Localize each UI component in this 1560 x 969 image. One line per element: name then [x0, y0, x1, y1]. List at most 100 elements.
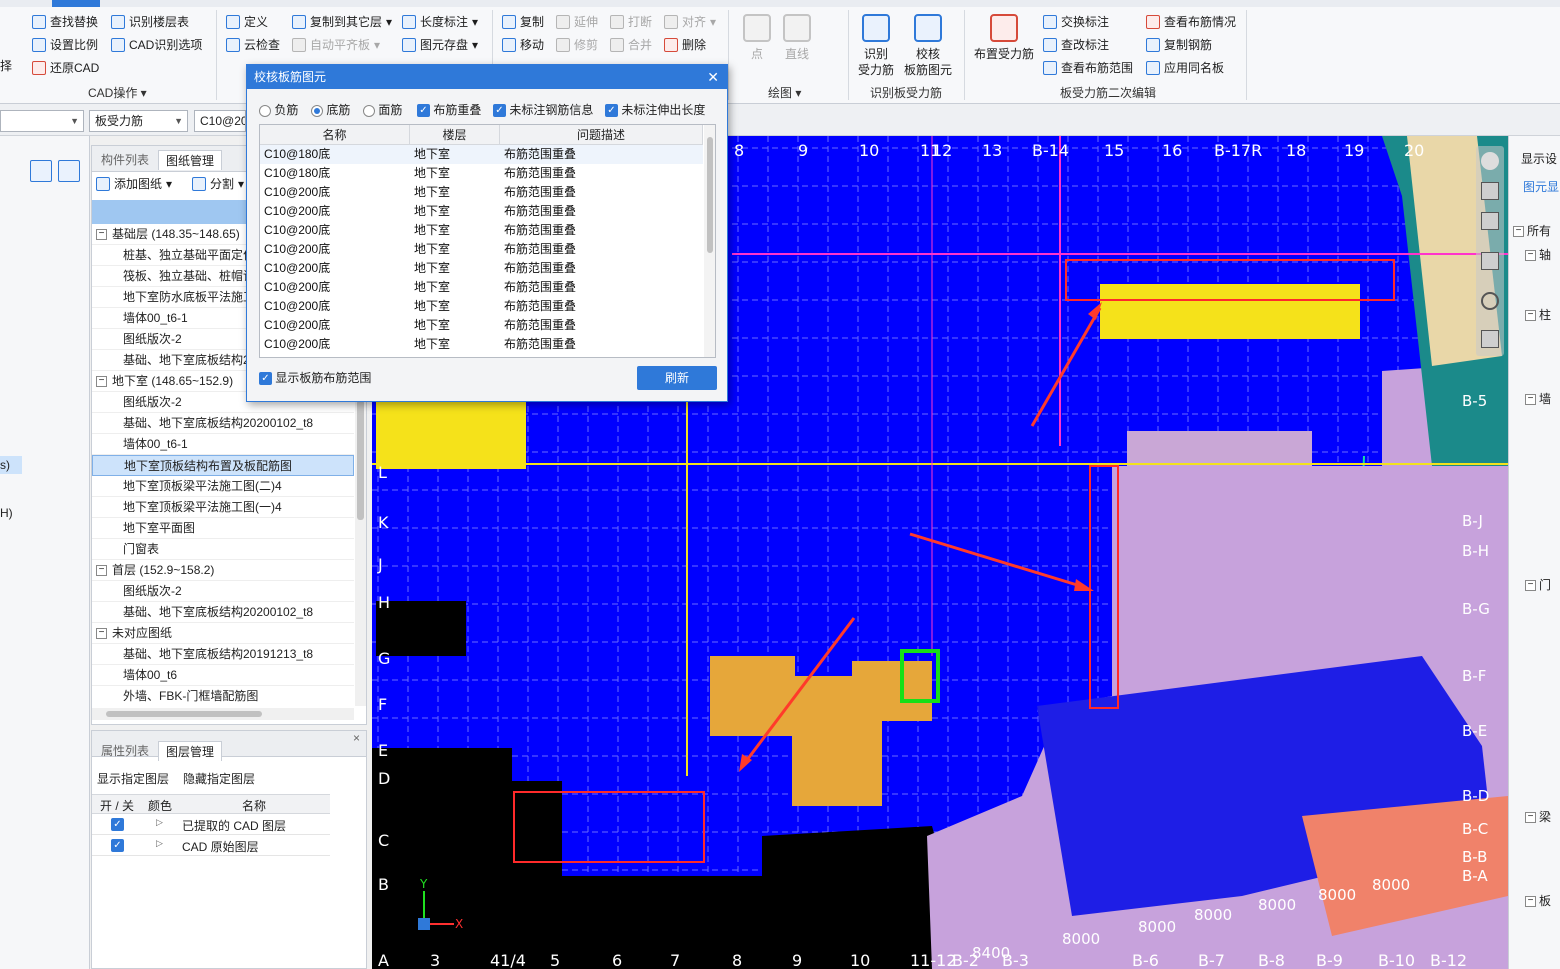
collapse-icon[interactable]: −	[1513, 226, 1524, 238]
column-header-name[interactable]: 名称	[260, 125, 410, 145]
expand-arrow-icon[interactable]: ▷	[156, 838, 163, 849]
element-save-button[interactable]: 图元存盘 ▾	[402, 36, 478, 54]
display-tree-item[interactable]: − 柱	[1525, 306, 1551, 323]
delete-button[interactable]: 删除	[664, 36, 706, 54]
radio-top-rebar[interactable]: 面筋	[363, 101, 402, 118]
display-tree-item[interactable]: − 门	[1525, 576, 1551, 593]
split-button[interactable]: 分割 ▾	[192, 175, 244, 193]
trim-button[interactable]: 修剪	[556, 36, 598, 54]
top-view-icon[interactable]	[1481, 212, 1499, 230]
issue-row[interactable]: C10@200底 地下室 布筋范围重叠	[260, 278, 703, 297]
tab-drawing-management[interactable]: 图纸管理	[158, 150, 223, 170]
issue-row[interactable]: C10@200底 地下室 布筋范围重叠	[260, 221, 703, 240]
collapse-icon[interactable]: −	[1525, 812, 1536, 824]
grid-view-icon[interactable]	[1481, 330, 1499, 348]
tree-group[interactable]: − 首层 (152.9~158.2)	[92, 560, 354, 581]
list-view-icon[interactable]	[30, 160, 52, 182]
place-rebar-button[interactable]: 布置受力筋	[972, 14, 1036, 62]
collapse-icon[interactable]: −	[96, 628, 107, 640]
tree-item[interactable]: 墙体00_t6	[92, 665, 354, 686]
tree-item[interactable]: 地下室顶板结构布置及板配筋图	[92, 455, 354, 476]
view-rebar-range-button[interactable]: 查看布筋范围	[1043, 59, 1133, 77]
column-header-floor[interactable]: 楼层	[410, 125, 500, 145]
detail-view-icon[interactable]	[58, 160, 80, 182]
issue-row[interactable]: C10@200底 地下室 布筋范围重叠	[260, 259, 703, 278]
view-rebar-status-button[interactable]: 查看布筋情况	[1146, 13, 1236, 31]
issue-row[interactable]: C10@180底 地下室 布筋范围重叠	[260, 145, 703, 164]
merge-button[interactable]: 合并	[610, 36, 652, 54]
draw-group-label[interactable]: 绘图 ▾	[768, 84, 801, 101]
display-tree-item[interactable]: − 梁	[1525, 808, 1551, 825]
sidebar-item-selected[interactable]: s)	[0, 456, 22, 474]
checkbox-show-rebar-range[interactable]: ✓ 显示板筋布筋范围	[259, 369, 371, 386]
issue-row[interactable]: C10@200底 地下室 布筋范围重叠	[260, 335, 703, 354]
cad-recognize-options-button[interactable]: CAD识别选项	[111, 36, 202, 54]
collapse-icon[interactable]: −	[1525, 394, 1536, 406]
tree-item[interactable]: 门窗表	[92, 539, 354, 560]
radio-button[interactable]	[311, 104, 323, 117]
recognize-rebar-button[interactable]: 识别 受力筋	[856, 14, 896, 78]
check-slab-rebar-button[interactable]: 校核 板筋图元	[902, 14, 954, 78]
floor-combo[interactable]: ▼	[0, 110, 84, 132]
cloud-check-button[interactable]: 云检查	[226, 36, 280, 54]
element-type-combo[interactable]: 板受力筋 ▼	[89, 110, 188, 132]
copy-rebar-button[interactable]: 复制钢筋	[1146, 36, 1212, 54]
tab-element-display[interactable]: 图元显	[1523, 178, 1559, 195]
radio-negative-rebar[interactable]: 负筋	[259, 101, 298, 118]
issue-row[interactable]: C10@200底 地下室 布筋范围重叠	[260, 240, 703, 259]
layer-toggle-checkbox[interactable]: ✓	[111, 839, 124, 852]
length-dimension-button[interactable]: 长度标注 ▾	[402, 13, 478, 31]
display-tree-item[interactable]: − 轴	[1525, 246, 1551, 263]
issue-row[interactable]: C10@200底 地下室 布筋范围重叠	[260, 202, 703, 221]
copy-to-other-floor-button[interactable]: 复制到其它层 ▾	[292, 13, 392, 31]
checkbox[interactable]: ✓	[259, 372, 272, 386]
issue-row[interactable]: C10@180底 地下室 布筋范围重叠	[260, 164, 703, 183]
tree-group[interactable]: − 未对应图纸	[92, 623, 354, 644]
collapse-icon[interactable]: −	[1525, 896, 1536, 908]
display-tree-item[interactable]: − 墙	[1525, 390, 1551, 407]
tree-item[interactable]: 墙体00_t6-1	[92, 434, 354, 455]
close-icon[interactable]: ×	[353, 731, 360, 745]
scrollbar-thumb[interactable]	[357, 400, 364, 520]
table-scrollbar[interactable]	[704, 125, 715, 357]
collapse-icon[interactable]: −	[96, 229, 107, 241]
recognize-floor-table-button[interactable]: 识别楼层表	[111, 13, 189, 31]
radio-button[interactable]	[259, 104, 271, 117]
tree-item[interactable]: 基础、地下室底板结构20200102_t8	[92, 602, 354, 623]
edit-label-button[interactable]: 查改标注	[1043, 36, 1109, 54]
collapse-icon[interactable]: −	[1525, 250, 1536, 262]
tree-horizontal-scrollbar[interactable]	[92, 708, 354, 720]
collapse-icon[interactable]: −	[96, 565, 107, 577]
tree-item[interactable]: 基础、地下室底板结构20191213_t8	[92, 644, 354, 665]
issue-row[interactable]: C10@200底 地下室 布筋范围重叠	[260, 297, 703, 316]
tree-item[interactable]: 地下室顶板梁平法施工图(一)4	[92, 497, 354, 518]
display-tree-item[interactable]: − 所有	[1513, 222, 1551, 239]
checkbox-missing-rebar-info[interactable]: ✓ 未标注钢筋信息	[493, 101, 593, 118]
element-name-combo[interactable]: C10@20	[194, 110, 246, 132]
tree-item[interactable]: 图纸版次-2	[92, 581, 354, 602]
refresh-button[interactable]: 刷新	[637, 366, 717, 390]
layer-toggle-checkbox[interactable]: ✓	[111, 818, 124, 831]
layer-row[interactable]: ✓ ▷ 已提取的 CAD 图层	[92, 814, 330, 835]
tree-item[interactable]: 外墙、FBK-门框墙配筋图	[92, 686, 354, 706]
tree-item[interactable]: 地下室平面图	[92, 518, 354, 539]
radio-bottom-rebar[interactable]: 底筋	[311, 101, 350, 118]
collapse-icon[interactable]: −	[96, 376, 107, 388]
apply-same-slab-button[interactable]: 应用同名板	[1146, 59, 1224, 77]
checkbox[interactable]: ✓	[605, 104, 618, 118]
find-replace-button[interactable]: 查找替换	[32, 13, 98, 31]
auto-flush-slab-button[interactable]: 自动平齐板 ▾	[292, 36, 380, 54]
column-header-issue[interactable]: 问题描述	[500, 125, 703, 145]
issue-row[interactable]: C10@200底 地下室 布筋范围重叠	[260, 316, 703, 335]
cad-ops-group-label[interactable]: CAD操作 ▾	[88, 84, 147, 101]
tab-layer-management[interactable]: 图层管理	[158, 741, 223, 761]
expand-arrow-icon[interactable]: ▷	[156, 817, 163, 828]
dialog-title-bar[interactable]: 校核板筋图元	[247, 65, 727, 89]
tab-component-list[interactable]: 构件列表	[94, 150, 156, 170]
issue-row[interactable]: C10@200底 地下室 布筋范围重叠	[260, 183, 703, 202]
radio-button[interactable]	[363, 104, 375, 117]
set-scale-button[interactable]: 设置比例	[32, 36, 98, 54]
restore-cad-button[interactable]: 还原CAD	[32, 59, 99, 77]
copy-button[interactable]: 复制	[502, 13, 544, 31]
rotate-icon[interactable]	[1481, 292, 1499, 310]
